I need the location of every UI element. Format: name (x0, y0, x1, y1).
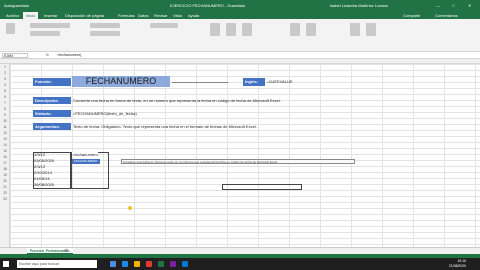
task-view-icon[interactable] (110, 261, 116, 267)
row-number[interactable]: 2 (0, 71, 10, 75)
file-explorer-icon[interactable] (134, 261, 140, 267)
ingles-label: Inglés: (243, 78, 265, 86)
tab-revisar[interactable]: Revisar (151, 12, 171, 19)
row-number[interactable]: 17 (0, 161, 10, 165)
clock-date: 21/08/2020 (449, 264, 466, 268)
windows-taskbar: Escribe aquí para buscar 19:16 21/08/202… (0, 258, 480, 270)
row-number[interactable]: 9 (0, 113, 10, 117)
number-format-icon[interactable] (150, 23, 178, 28)
fx-icon[interactable]: fx (46, 53, 49, 57)
mouse-cursor-icon (128, 206, 132, 210)
minimize-button[interactable]: — (436, 3, 440, 8)
delete-cells-icon[interactable] (306, 23, 316, 36)
clock[interactable]: 19:16 21/08/2020 (449, 259, 466, 269)
app-icon[interactable] (170, 261, 176, 267)
date-cell[interactable]: 03/05/2020 (34, 158, 54, 163)
row-number[interactable]: 7 (0, 101, 10, 105)
indent-icon[interactable] (90, 31, 120, 36)
argumentos-text: Texto de fecha: Obligatorio. Texto que r… (73, 124, 257, 129)
row-number[interactable]: 11 (0, 125, 10, 129)
row-number[interactable]: 22 (0, 191, 10, 195)
sintaxis-text: =FECHANUMERO(texto_de_fecha) (73, 111, 137, 116)
paste-icon[interactable] (6, 23, 15, 34)
argumentos-label: Argumentos: (33, 123, 71, 130)
date-cell[interactable]: 01/05/14 (34, 176, 50, 181)
formula-bar: E16M fx =fechanumero( (0, 52, 480, 59)
table-format-icon[interactable] (226, 23, 236, 36)
row-headers[interactable]: 1 2 3 4 5 6 7 8 9 10 11 12 13 14 15 16 17 18 19 20 21 22 23 (0, 64, 10, 247)
funcion-label: Función: (33, 78, 71, 86)
active-cell-formula[interactable]: =fechanumero (72, 152, 98, 157)
row-number[interactable]: 10 (0, 119, 10, 123)
row-number[interactable]: 5 (0, 89, 10, 93)
descripcion-label: Descripción (33, 97, 71, 104)
divider (172, 82, 228, 83)
tab-archivo[interactable]: Archivo (3, 12, 22, 19)
windows-start-icon[interactable] (3, 261, 9, 267)
autosave-toggle[interactable]: Autoguardado (4, 3, 29, 8)
app-icon[interactable] (146, 261, 152, 267)
date-cell[interactable]: 1/9/12 (34, 152, 45, 157)
row-number[interactable]: 16 (0, 155, 10, 159)
date-cell[interactable]: 2/3/13 (34, 164, 45, 169)
row-number[interactable]: 6 (0, 95, 10, 99)
row-number[interactable]: 4 (0, 83, 10, 87)
row-number[interactable]: 23 (0, 197, 10, 201)
row-number[interactable]: 8 (0, 107, 10, 111)
alignment-icon[interactable] (90, 23, 120, 28)
insert-cells-icon[interactable] (290, 23, 300, 36)
excel-icon[interactable] (158, 261, 164, 267)
empty-bordered-cell[interactable] (222, 184, 302, 190)
sheet-tab-bar: Función_Fechanumero ⊕ (0, 247, 480, 254)
font-selector-icon[interactable] (30, 23, 70, 28)
find-select-icon[interactable] (366, 23, 376, 36)
row-number[interactable]: 12 (0, 131, 10, 135)
row-number[interactable]: 14 (0, 143, 10, 147)
tab-ayuda[interactable]: Ayuda (185, 12, 202, 19)
row-number[interactable]: 3 (0, 77, 10, 81)
tab-insertar[interactable]: Insertar (41, 12, 61, 19)
maximize-button[interactable]: □ (452, 3, 454, 8)
results-table (71, 152, 109, 189)
row-number[interactable]: 1 (0, 65, 10, 69)
comments-button[interactable]: Comentarios (432, 12, 461, 19)
descripcion-text: Convierte una fecha en forma de texto, e… (73, 98, 281, 103)
user-name[interactable]: Isabel Lizandra Martínez Lozano (330, 3, 388, 8)
title-bar: Autoguardado EJERCICIO FECHANUMERO - Gua… (0, 0, 480, 11)
date-cell[interactable]: 2/10/2014 (34, 170, 52, 175)
row-number[interactable]: 15 (0, 149, 10, 153)
ribbon-tabs: Archivo Inicio Insertar Disposición de p… (0, 11, 480, 19)
edge-icon[interactable] (122, 261, 128, 267)
sort-filter-icon[interactable] (350, 23, 360, 36)
row-number[interactable]: 18 (0, 167, 10, 171)
window-title: EJERCICIO FECHANUMERO - Guardado (170, 3, 246, 8)
function-tooltip: Convierte una fecha en forma de texto en… (121, 159, 355, 164)
row-number[interactable]: 19 (0, 173, 10, 177)
tab-vista[interactable]: Vista (170, 12, 185, 19)
taskbar-search-input[interactable]: Escribe aquí para buscar (17, 260, 97, 268)
share-button[interactable]: Compartir (400, 12, 424, 19)
sintaxis-label: Sintaxis: (33, 110, 71, 117)
ribbon (0, 19, 480, 52)
font-format-icon[interactable] (30, 31, 60, 36)
date-cell[interactable]: 26/08/2020 (34, 182, 54, 187)
formula-input[interactable]: =fechanumero( (57, 53, 81, 57)
ingles-value: =DATEVALUE (267, 79, 293, 84)
cell-styles-icon[interactable] (242, 23, 252, 36)
name-box[interactable]: E16M (2, 53, 28, 58)
app-icon[interactable] (182, 261, 188, 267)
conditional-format-icon[interactable] (210, 23, 220, 36)
function-name-title: FECHANUMERO (72, 76, 170, 87)
tab-datos[interactable]: Datos (135, 12, 151, 19)
close-button[interactable]: ✕ (468, 3, 471, 8)
row-number[interactable]: 20 (0, 179, 10, 183)
row-number[interactable]: 13 (0, 137, 10, 141)
tab-inicio[interactable]: Inicio (23, 12, 39, 19)
autocomplete-item[interactable]: FECHANUMERO (72, 159, 100, 164)
row-number[interactable]: 21 (0, 185, 10, 189)
tab-disposicion[interactable]: Disposición de página (62, 12, 107, 19)
